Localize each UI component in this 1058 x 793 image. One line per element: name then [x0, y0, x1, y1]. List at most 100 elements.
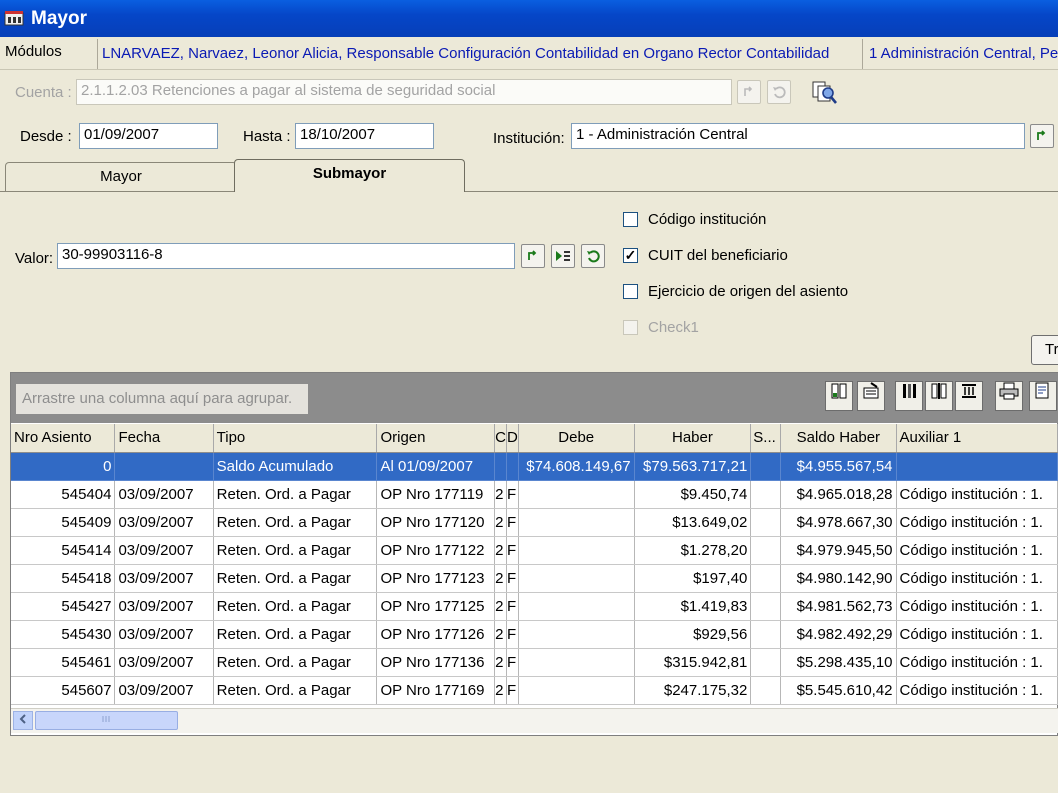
cell-s — [750, 620, 782, 649]
cell-haber: $9.450,74 — [634, 480, 752, 509]
cell-d: F — [506, 508, 519, 537]
column-header-s[interactable]: S... — [750, 424, 782, 453]
cell-debe — [518, 648, 635, 677]
edit-grid-button[interactable] — [857, 381, 885, 411]
cell-tipo: Reten. Ord. a Pagar — [213, 480, 378, 509]
grid-header-row: Nro Asiento Fecha Tipo Origen C D Debe H… — [11, 424, 1058, 453]
table-row[interactable]: 545430 03/09/2007 Reten. Ord. a Pagar OP… — [11, 620, 1058, 649]
cell-d: F — [506, 592, 519, 621]
cuenta-find-button[interactable] — [810, 78, 840, 106]
cell-tipo: Reten. Ord. a Pagar — [213, 592, 378, 621]
column-header-origen[interactable]: Origen — [376, 424, 496, 453]
scroll-left-button[interactable] — [13, 711, 33, 730]
codigo-institucion-checkbox[interactable] — [623, 212, 638, 227]
valor-search-button[interactable] — [521, 244, 545, 268]
find-document-icon — [812, 81, 837, 104]
table-row[interactable]: 0 Saldo Acumulado Al 01/09/2007 $74.608.… — [11, 452, 1058, 481]
cell-saldo-haber: $4.965.018,28 — [780, 480, 897, 509]
cuenta-undo-button[interactable] — [767, 80, 791, 104]
print-button[interactable] — [995, 381, 1023, 411]
columns-split-button[interactable] — [925, 381, 953, 411]
column-header-saldo-haber[interactable]: Saldo Haber — [780, 424, 897, 453]
cell-tipo: Reten. Ord. a Pagar — [213, 564, 378, 593]
cell-s — [750, 536, 782, 565]
cell-nro-asiento: 0 — [11, 452, 116, 481]
ejercicio-origen-checkbox[interactable] — [623, 284, 638, 299]
cell-haber: $247.175,32 — [634, 676, 752, 705]
tab-submayor[interactable]: Submayor — [234, 159, 465, 192]
cuenta-field[interactable]: 2.1.1.2.03 Retenciones a pagar al sistem… — [76, 79, 732, 105]
current-institution-info: 1 Administración Central, Pe — [869, 45, 1058, 62]
tr-button[interactable]: Tr — [1031, 335, 1058, 365]
scroll-thumb[interactable] — [35, 711, 178, 730]
cell-c: 2 — [494, 592, 507, 621]
column-header-auxiliar-1[interactable]: Auxiliar 1 — [896, 424, 1058, 453]
column-header-nro-asiento[interactable]: Nro Asiento — [11, 424, 116, 453]
hasta-label: Hasta : — [243, 128, 291, 145]
edit-grid-icon — [863, 382, 879, 399]
cell-debe — [518, 592, 635, 621]
table-row[interactable]: 545418 03/09/2007 Reten. Ord. a Pagar OP… — [11, 564, 1058, 593]
cell-auxiliar-1 — [896, 452, 1058, 481]
cell-fecha: 03/09/2007 — [114, 620, 214, 649]
cell-nro-asiento: 545414 — [11, 536, 116, 565]
table-row[interactable]: 545607 03/09/2007 Reten. Ord. a Pagar OP… — [11, 676, 1058, 705]
valor-field[interactable]: 30-99903116-8 — [57, 243, 515, 269]
cell-fecha: 03/09/2007 — [114, 564, 214, 593]
horizontal-scrollbar[interactable] — [11, 708, 1058, 733]
check1-checkbox[interactable] — [623, 320, 638, 335]
desde-date-field[interactable]: 01/09/2007 — [79, 123, 218, 149]
cell-c: 2 — [494, 648, 507, 677]
cell-saldo-haber: $4.981.562,73 — [780, 592, 897, 621]
cell-s — [750, 508, 782, 537]
valor-undo-button[interactable] — [581, 244, 605, 268]
cell-debe — [518, 676, 635, 705]
cell-haber: $315.942,81 — [634, 648, 752, 677]
institucion-search-button[interactable] — [1030, 124, 1054, 148]
valor-play-list-button[interactable] — [551, 244, 575, 268]
columns-fit-icon — [962, 384, 976, 398]
cell-d: F — [506, 536, 519, 565]
cell-d — [506, 452, 519, 481]
table-row[interactable]: 545404 03/09/2007 Reten. Ord. a Pagar OP… — [11, 480, 1058, 509]
export-button[interactable] — [1029, 381, 1057, 411]
cell-auxiliar-1: Código institución : 1. — [896, 564, 1058, 593]
table-row[interactable]: 545427 03/09/2007 Reten. Ord. a Pagar OP… — [11, 592, 1058, 621]
cell-fecha: 03/09/2007 — [114, 508, 214, 537]
cuit-beneficiario-checkbox[interactable]: ✓ — [623, 248, 638, 263]
columns-fit-button[interactable] — [955, 381, 983, 411]
modules-menu[interactable]: Módulos — [5, 43, 62, 60]
cell-origen: OP Nro 177119 — [376, 480, 496, 509]
column-header-c[interactable]: C — [494, 424, 507, 453]
institucion-field[interactable]: 1 - Administración Central — [571, 123, 1025, 149]
cell-saldo-haber: $5.545.610,42 — [780, 676, 897, 705]
columns-left-button[interactable] — [895, 381, 923, 411]
column-chooser-button[interactable] — [825, 381, 853, 411]
cell-auxiliar-1: Código institución : 1. — [896, 592, 1058, 621]
column-header-debe[interactable]: Debe — [518, 424, 635, 453]
table-row[interactable]: 545461 03/09/2007 Reten. Ord. a Pagar OP… — [11, 648, 1058, 677]
ejercicio-origen-label: Ejercicio de origen del asiento — [648, 283, 849, 300]
current-user-info: LNARVAEZ, Narvaez, Leonor Alicia, Respon… — [102, 45, 830, 62]
cell-d: F — [506, 676, 519, 705]
column-header-d[interactable]: D — [506, 424, 519, 453]
cell-saldo-haber: $4.978.667,30 — [780, 508, 897, 537]
window-title: Mayor — [31, 8, 87, 29]
column-header-fecha[interactable]: Fecha — [114, 424, 214, 453]
cell-tipo: Reten. Ord. a Pagar — [213, 648, 378, 677]
cell-nro-asiento: 545409 — [11, 508, 116, 537]
cell-s — [750, 564, 782, 593]
cuenta-search-button[interactable] — [737, 80, 761, 104]
column-header-haber[interactable]: Haber — [634, 424, 752, 453]
cell-auxiliar-1: Código institución : 1. — [896, 648, 1058, 677]
undo-icon — [773, 86, 786, 99]
cell-c: 2 — [494, 564, 507, 593]
cell-auxiliar-1: Código institución : 1. — [896, 480, 1058, 509]
cell-origen: OP Nro 177125 — [376, 592, 496, 621]
tab-mayor[interactable]: Mayor — [5, 162, 237, 192]
table-row[interactable]: 545414 03/09/2007 Reten. Ord. a Pagar OP… — [11, 536, 1058, 565]
cell-fecha: 03/09/2007 — [114, 480, 214, 509]
column-header-tipo[interactable]: Tipo — [213, 424, 378, 453]
table-row[interactable]: 545409 03/09/2007 Reten. Ord. a Pagar OP… — [11, 508, 1058, 537]
hasta-date-field[interactable]: 18/10/2007 — [295, 123, 434, 149]
